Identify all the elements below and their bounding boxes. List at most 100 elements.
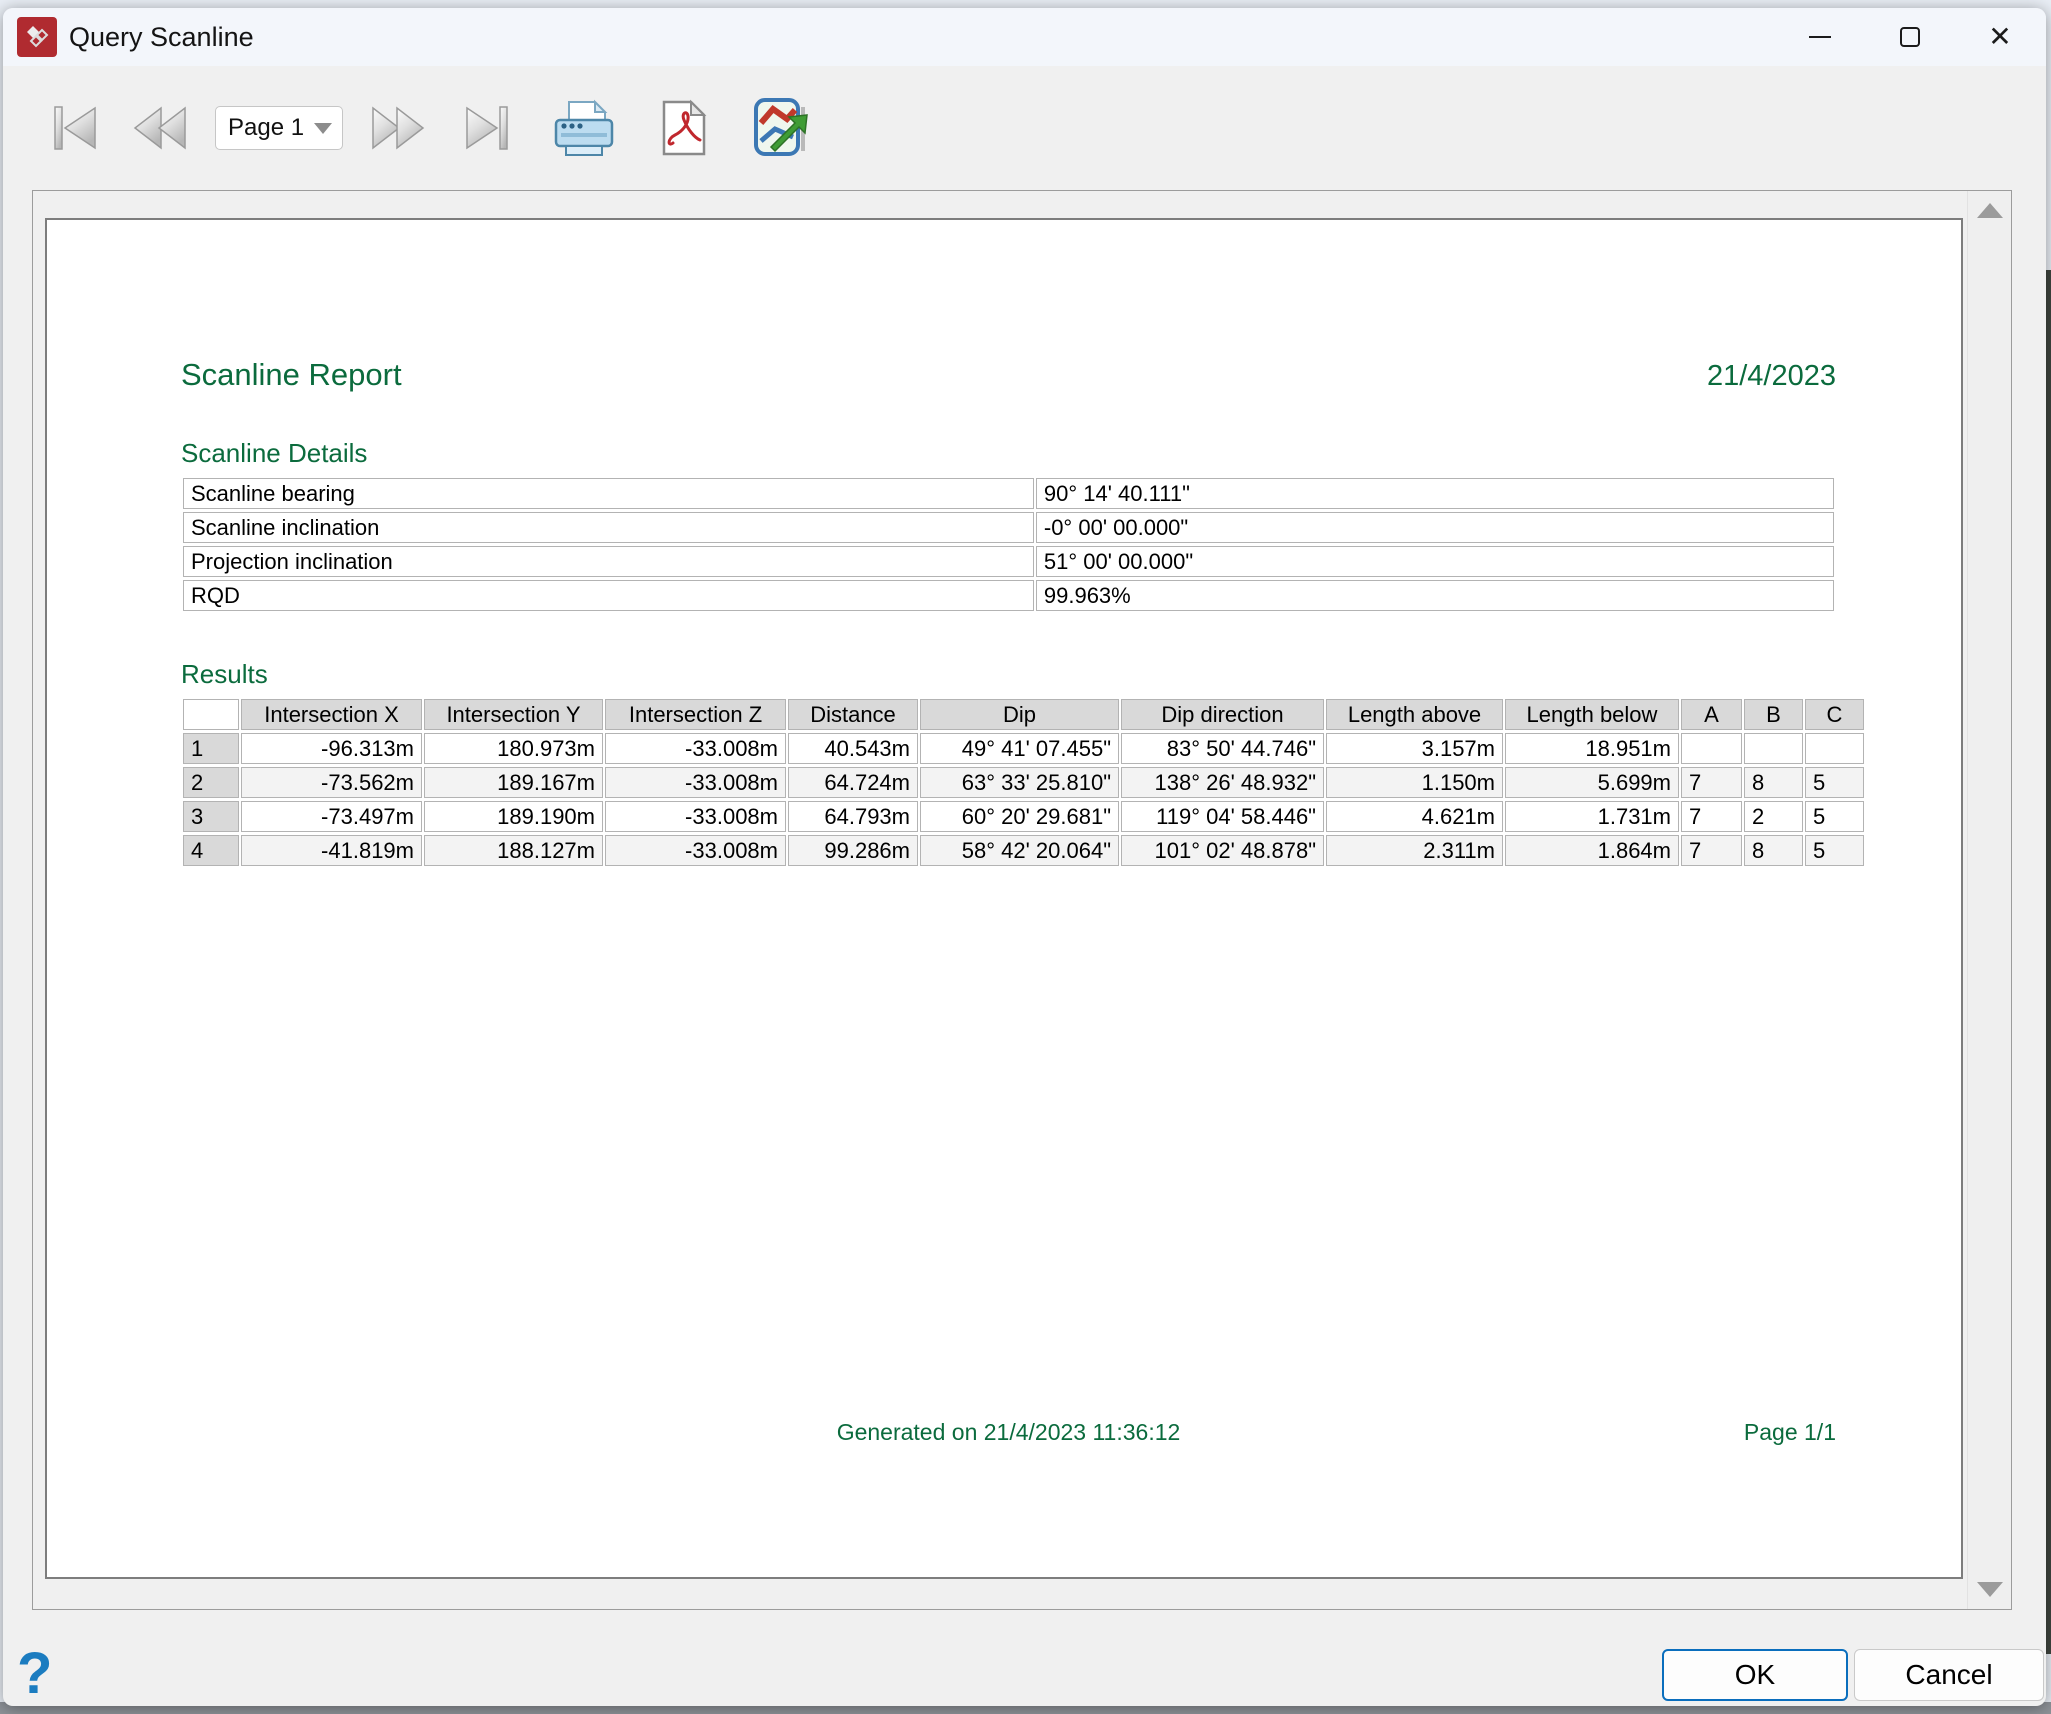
table-cell: 99.963% (1036, 580, 1834, 611)
column-header: Intersection X (241, 699, 422, 730)
table-cell: 83° 50' 44.746" (1121, 733, 1324, 764)
table-cell: 3.157m (1326, 733, 1503, 764)
table-cell: 7 (1681, 801, 1742, 832)
report-title: Scanline Report (181, 357, 402, 393)
table-cell (1744, 733, 1803, 764)
table-cell: 1.150m (1326, 767, 1503, 798)
table-cell: 90° 14' 40.111" (1036, 478, 1834, 509)
scroll-up-icon[interactable] (1977, 203, 2003, 218)
table-cell: 180.973m (424, 733, 603, 764)
table-row: 1-96.313m180.973m-33.008m40.543m49° 41' … (183, 733, 1864, 764)
table-cell: 64.793m (788, 801, 918, 832)
table-cell: 63° 33' 25.810" (920, 767, 1119, 798)
column-header: C (1805, 699, 1864, 730)
preview-scrollbar[interactable] (1967, 191, 2011, 1609)
report-date: 21/4/2023 (1707, 360, 1836, 393)
help-icon[interactable]: ? (17, 1642, 52, 1706)
chevron-down-icon (314, 123, 332, 134)
table-row: 3-73.497m189.190m-33.008m64.793m60° 20' … (183, 801, 1864, 832)
results-heading: Results (181, 659, 1836, 690)
print-button[interactable] (551, 98, 617, 158)
scanline-details-table: Scanline bearing90° 14' 40.111"Scanline … (181, 475, 1836, 614)
table-cell: 189.167m (424, 767, 603, 798)
column-header: B (1744, 699, 1803, 730)
table-cell: 101° 02' 48.878" (1121, 835, 1324, 866)
results-table-head: Intersection XIntersection YIntersection… (183, 699, 1864, 730)
table-cell: 99.286m (788, 835, 918, 866)
report-toolbar: Page 1 (3, 66, 2046, 190)
table-cell: 8 (1744, 835, 1803, 866)
results-header-row: Intersection XIntersection YIntersection… (183, 699, 1864, 730)
table-cell: 1 (183, 733, 239, 764)
report-page: Scanline Report 21/4/2023 Scanline Detai… (45, 218, 1963, 1579)
column-header (183, 699, 239, 730)
table-cell: 5.699m (1505, 767, 1679, 798)
screen: Query Scanline ✕ (0, 0, 2051, 1714)
table-row: 2-73.562m189.167m-33.008m64.724m63° 33' … (183, 767, 1864, 798)
table-cell: 2 (1744, 801, 1803, 832)
table-cell: -73.497m (241, 801, 422, 832)
table-cell: 1.731m (1505, 801, 1679, 832)
maximize-icon[interactable] (1878, 8, 1942, 66)
generated-timestamp: Generated on 21/4/2023 11:36:12 (181, 1419, 1836, 1446)
table-cell: 5 (1805, 801, 1864, 832)
minimize-icon[interactable] (1788, 8, 1852, 66)
page-selector-value: Page 1 (228, 114, 304, 142)
close-icon[interactable]: ✕ (1968, 8, 2032, 66)
table-cell: 189.190m (424, 801, 603, 832)
table-row: Scanline bearing90° 14' 40.111" (183, 478, 1834, 509)
table-cell: RQD (183, 580, 1034, 611)
table-cell: 4.621m (1326, 801, 1503, 832)
details-heading: Scanline Details (181, 438, 1836, 469)
cancel-button[interactable]: Cancel (1854, 1649, 2044, 1701)
column-header: Intersection Z (605, 699, 786, 730)
column-header: A (1681, 699, 1742, 730)
table-cell: -41.819m (241, 835, 422, 866)
table-cell: 5 (1805, 835, 1864, 866)
table-cell: -33.008m (605, 767, 786, 798)
window-title: Query Scanline (69, 22, 254, 53)
ok-button[interactable]: OK (1662, 1649, 1848, 1701)
results-table: Intersection XIntersection YIntersection… (181, 696, 1866, 869)
table-cell: 49° 41' 07.455" (920, 733, 1119, 764)
table-cell: 7 (1681, 767, 1742, 798)
report-preview-panel: Scanline Report 21/4/2023 Scanline Detai… (32, 190, 2012, 1610)
table-cell: -96.313m (241, 733, 422, 764)
table-cell: 138° 26' 48.932" (1121, 767, 1324, 798)
pdf-icon[interactable] (661, 99, 707, 157)
first-page-button[interactable] (49, 103, 107, 153)
query-scanline-dialog: Query Scanline ✕ (3, 8, 2046, 1706)
column-header: Length above (1326, 699, 1503, 730)
table-cell: 188.127m (424, 835, 603, 866)
page-indicator: Page 1/1 (1744, 1419, 1836, 1446)
table-cell: 119° 04' 58.446" (1121, 801, 1324, 832)
table-row: Scanline inclination-0° 00' 00.000" (183, 512, 1834, 543)
table-cell (1681, 733, 1742, 764)
table-cell: -33.008m (605, 801, 786, 832)
table-cell: 40.543m (788, 733, 918, 764)
previous-page-button[interactable] (131, 103, 189, 153)
table-cell: -33.008m (605, 835, 786, 866)
table-cell: -73.562m (241, 767, 422, 798)
table-cell: 64.724m (788, 767, 918, 798)
table-cell: Projection inclination (183, 546, 1034, 577)
column-header: Dip direction (1121, 699, 1324, 730)
column-header: Intersection Y (424, 699, 603, 730)
table-cell: 7 (1681, 835, 1742, 866)
table-cell: 18.951m (1505, 733, 1679, 764)
last-page-button[interactable] (455, 103, 513, 153)
column-header: Length below (1505, 699, 1679, 730)
next-page-button[interactable] (369, 103, 427, 153)
table-cell: 4 (183, 835, 239, 866)
table-cell: 1.864m (1505, 835, 1679, 866)
table-cell: 58° 42' 20.064" (920, 835, 1119, 866)
column-header: Dip (920, 699, 1119, 730)
report-footer: Generated on 21/4/2023 11:36:12 Page 1/1 (181, 1419, 1836, 1449)
table-cell: Scanline bearing (183, 478, 1034, 509)
results-table-body: 1-96.313m180.973m-33.008m40.543m49° 41' … (183, 733, 1864, 866)
export-chart-icon[interactable] (751, 97, 811, 159)
scroll-down-icon[interactable] (1977, 1582, 2003, 1597)
page-selector-dropdown[interactable]: Page 1 (215, 106, 343, 150)
table-cell: 8 (1744, 767, 1803, 798)
table-cell: 5 (1805, 767, 1864, 798)
